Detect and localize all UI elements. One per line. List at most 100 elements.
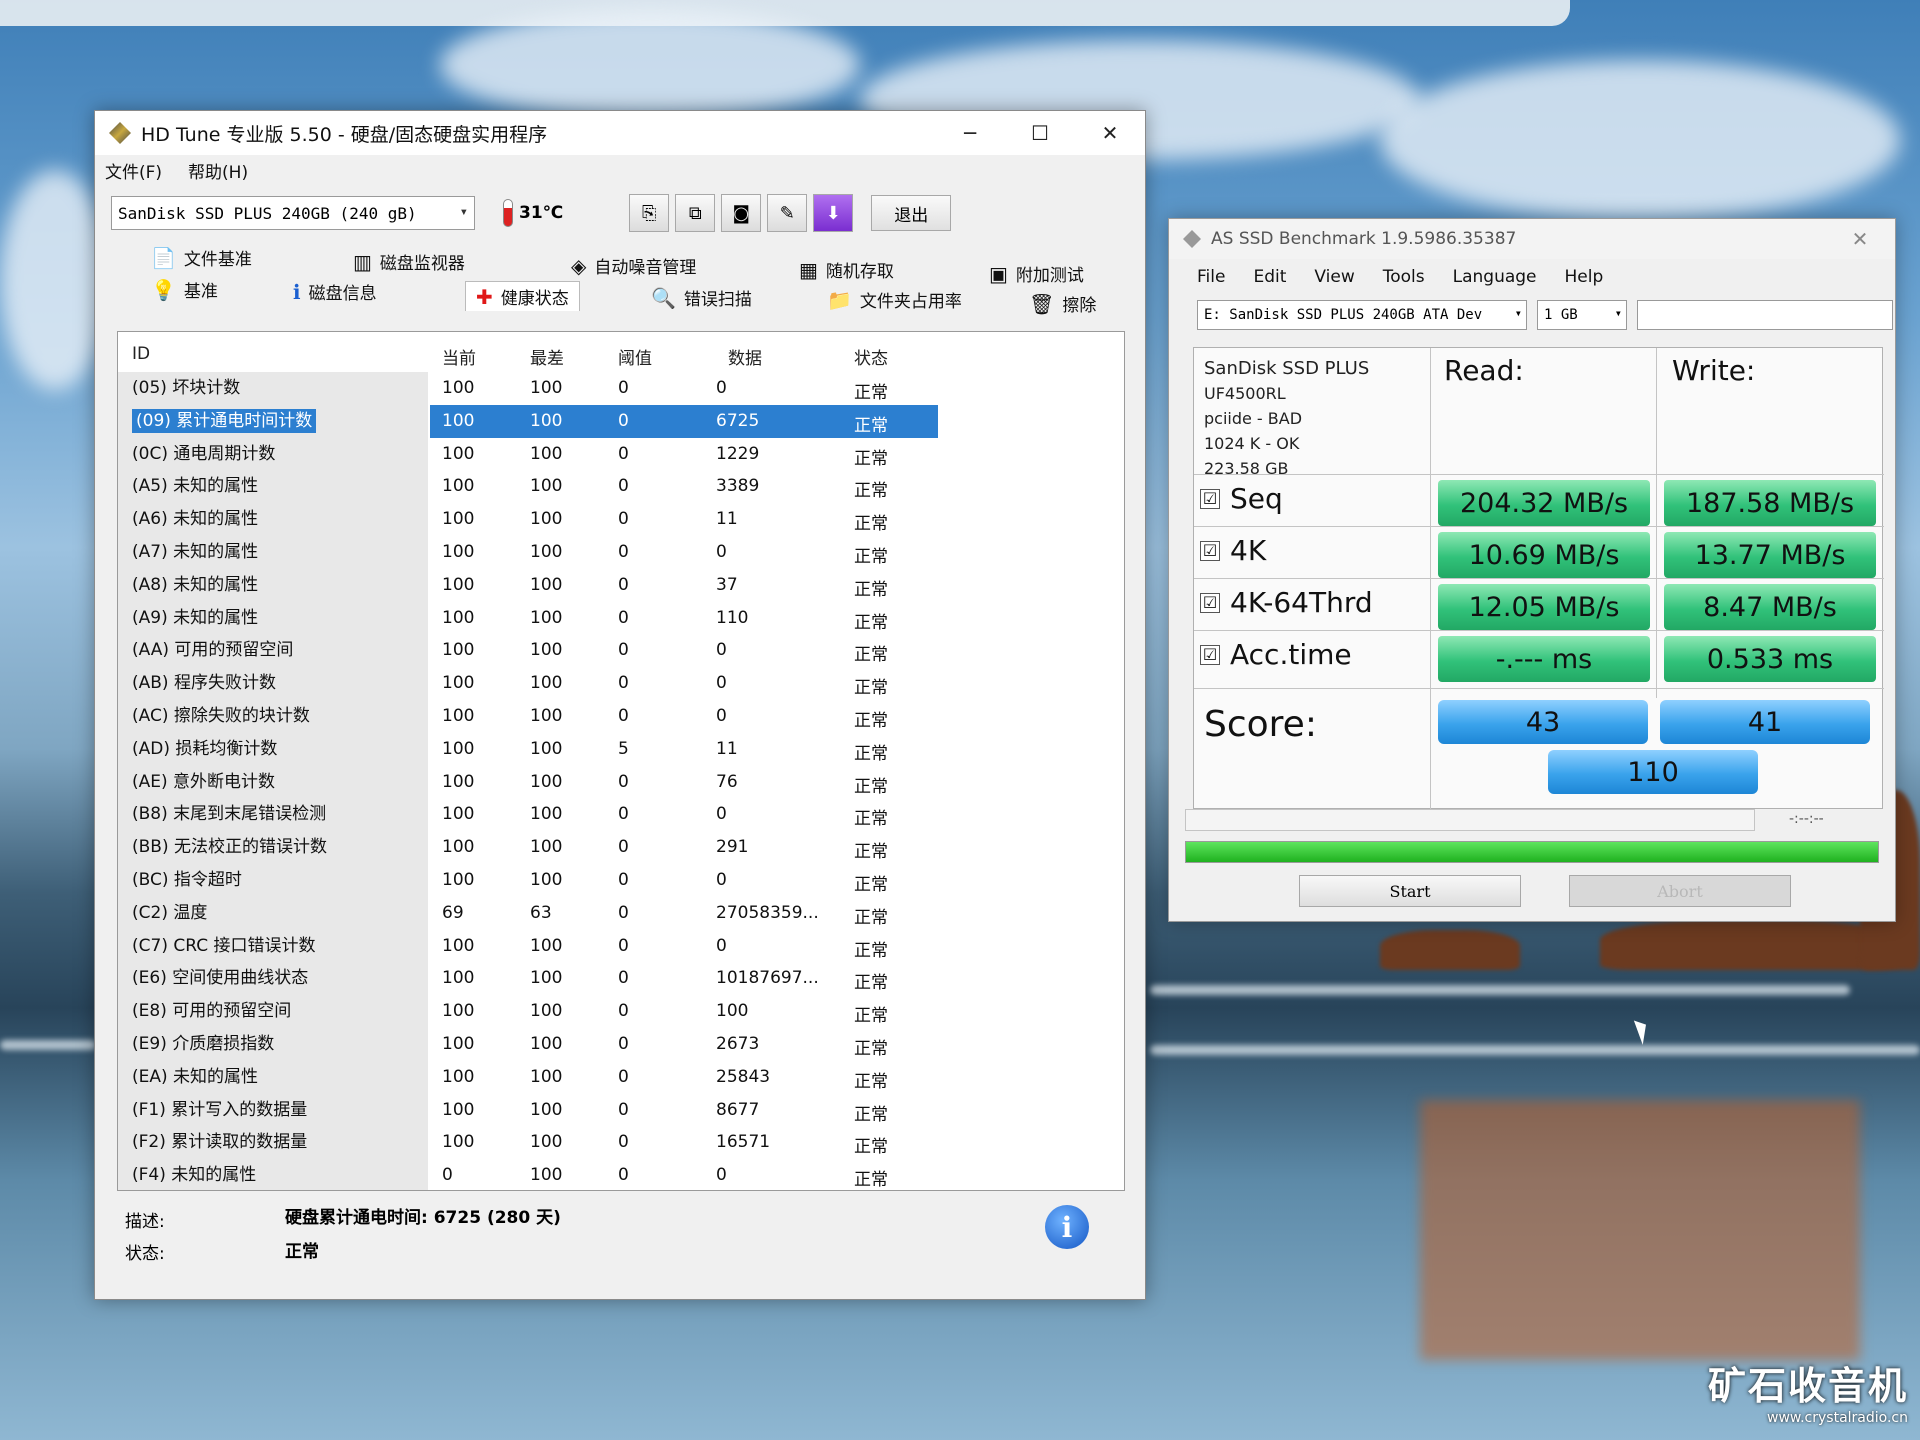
save-button[interactable]: ⬇ xyxy=(813,194,854,232)
tab-folder-usage[interactable]: 📁 文件夹占用率 xyxy=(827,287,962,313)
device-model: SanDisk SSD PLUS xyxy=(1204,358,1370,379)
device-driver: pciide - BAD xyxy=(1204,409,1303,428)
tab-aam[interactable]: ◈ 自动噪音管理 xyxy=(571,253,696,279)
device-info: SanDisk SSD PLUS UF4500RL pciide - BAD 1… xyxy=(1204,356,1430,481)
maximize-button[interactable]: ☐ xyxy=(1005,111,1075,155)
copy-all-button[interactable]: ⧉ xyxy=(675,194,716,232)
current-value: 100 xyxy=(442,640,475,661)
drive-select[interactable]: SanDisk SSD PLUS 240GB (240 gB) ▾ xyxy=(111,196,475,230)
options-button[interactable]: ✎ xyxy=(767,194,808,232)
test-label-1[interactable]: ☑ 4K xyxy=(1200,534,1266,567)
raw-data: 11 xyxy=(716,509,738,530)
menu-edit[interactable]: Edit xyxy=(1253,267,1286,287)
checkbox-icon[interactable]: ☑ xyxy=(1200,592,1220,613)
table-row[interactable]: (E8) 可用的预留空间 100 100 0 100 正常 xyxy=(118,995,1124,1028)
threshold-value: 0 xyxy=(618,476,629,497)
worst-value: 100 xyxy=(530,1165,563,1186)
current-value: 100 xyxy=(442,443,475,464)
table-row[interactable]: (AC) 擦除失败的块计数 100 100 0 0 正常 xyxy=(118,699,1124,733)
asssd-menubar: File Edit View Tools Language Help xyxy=(1169,259,1895,295)
tab-random-access[interactable]: ▦ 随机存取 xyxy=(799,257,894,283)
menu-view[interactable]: View xyxy=(1314,267,1354,287)
asssd-drive-select[interactable]: E: SanDisk SSD PLUS 240GB ATA Dev ▾ xyxy=(1197,300,1527,330)
table-row[interactable]: (A7) 未知的属性 100 100 0 0 正常 xyxy=(118,535,1124,569)
checkbox-icon[interactable]: ☑ xyxy=(1200,540,1220,561)
menu-help[interactable]: Help xyxy=(1565,267,1604,287)
table-row[interactable]: (C7) CRC 接口错误计数 100 100 0 0 正常 xyxy=(118,929,1124,963)
write-result: 13.77 MB/s xyxy=(1664,532,1876,578)
table-row[interactable]: (C2) 温度 69 63 0 27058359... 正常 xyxy=(118,896,1124,930)
tab-file-benchmark[interactable]: 📄 文件基准 xyxy=(151,245,252,271)
test-label-2[interactable]: ☑ 4K-64Thrd xyxy=(1200,586,1373,619)
checkbox-icon[interactable]: ☑ xyxy=(1200,644,1220,665)
table-row[interactable]: (F1) 累计写入的数据量 100 100 0 8677 正常 xyxy=(118,1093,1124,1127)
attribute-name: (BC) 指令超时 xyxy=(132,869,242,890)
attribute-name: (B8) 末尾到末尾错误检测 xyxy=(132,804,327,825)
attribute-name: (AB) 程序失败计数 xyxy=(132,673,276,694)
screenshot-button[interactable]: ◙ xyxy=(721,194,762,232)
raw-data: 0 xyxy=(716,935,727,956)
table-row[interactable]: (F4) 未知的属性 0 100 0 0 正常 xyxy=(118,1159,1124,1190)
column-header-status[interactable]: 状态 xyxy=(854,344,888,369)
abort-button[interactable]: Abort xyxy=(1569,875,1791,907)
table-row[interactable]: (BB) 无法校正的错误计数 100 100 0 291 正常 xyxy=(118,831,1124,864)
asssd-size-select[interactable]: 1 GB ▾ xyxy=(1537,300,1627,330)
read-result: -.--- ms xyxy=(1438,636,1650,682)
rock-reflection xyxy=(1420,1100,1860,1360)
minimize-button[interactable]: ─ xyxy=(935,111,1005,155)
test-label-3[interactable]: ☑ Acc.time xyxy=(1200,638,1352,671)
hdtune-title: HD Tune 专业版 5.50 - 硬盘/固态硬盘实用程序 xyxy=(141,123,548,146)
close-button[interactable]: ✕ xyxy=(1075,111,1145,155)
table-row[interactable]: (A6) 未知的属性 100 100 0 11 正常 xyxy=(118,503,1124,536)
column-header-worst[interactable]: 最差 xyxy=(530,344,564,369)
table-row[interactable]: (09) 累计通电时间计数 100 100 0 6725 正常 xyxy=(118,404,1124,438)
table-row[interactable]: (AA) 可用的预留空间 100 100 0 0 正常 xyxy=(118,634,1124,668)
table-row[interactable]: (A9) 未知的属性 100 100 0 110 正常 xyxy=(118,601,1124,635)
menu-tools[interactable]: Tools xyxy=(1383,267,1425,287)
copy-info-button[interactable]: ⎘ xyxy=(629,194,670,232)
column-header-data[interactable]: 数据 xyxy=(728,344,762,369)
tab-disk-info[interactable]: ℹ 磁盘信息 xyxy=(293,279,377,305)
exit-button[interactable]: 退出 xyxy=(871,195,952,231)
table-row[interactable]: (AB) 程序失败计数 100 100 0 0 正常 xyxy=(118,667,1124,700)
tab-benchmark[interactable]: 💡 基准 xyxy=(151,277,218,303)
random-icon: ▦ xyxy=(799,257,818,282)
table-row[interactable]: (A5) 未知的属性 100 100 0 3389 正常 xyxy=(118,470,1124,504)
hdtune-titlebar[interactable]: HD Tune 专业版 5.50 - 硬盘/固态硬盘实用程序 ─ ☐ ✕ xyxy=(95,111,1145,155)
start-button[interactable]: Start xyxy=(1299,875,1521,907)
asssd-name-field[interactable] xyxy=(1637,300,1893,330)
table-row[interactable]: (F2) 累计读取的数据量 100 100 0 16571 正常 xyxy=(118,1126,1124,1160)
table-row[interactable]: (BC) 指令超时 100 100 0 0 正常 xyxy=(118,863,1124,897)
column-header-id[interactable]: ID xyxy=(132,344,150,364)
status-text: 正常 xyxy=(854,1071,888,1092)
tab-error-scan[interactable]: 🔍 错误扫描 xyxy=(651,285,752,311)
tab-extra-tests[interactable]: ▣ 附加测试 xyxy=(989,261,1084,287)
test-label-0[interactable]: ☑ Seq xyxy=(1200,482,1283,515)
menu-file[interactable]: File xyxy=(1197,267,1225,287)
column-header-threshold[interactable]: 阈值 xyxy=(618,344,652,369)
tab-erase[interactable]: 🗑 擦除 xyxy=(1029,291,1096,317)
worst-value: 100 xyxy=(530,869,563,890)
table-row[interactable]: (EA) 未知的属性 100 100 0 25843 正常 xyxy=(118,1060,1124,1094)
info-button[interactable]: i xyxy=(1045,1205,1089,1249)
menu-language[interactable]: Language xyxy=(1453,267,1537,287)
raw-data: 2673 xyxy=(716,1033,760,1054)
table-row[interactable]: (05) 坏块计数 100 100 0 0 正常 xyxy=(118,372,1124,405)
current-value: 100 xyxy=(442,509,475,530)
asssd-titlebar[interactable]: AS SSD Benchmark 1.9.5986.35387 ✕ xyxy=(1169,219,1895,259)
wrench-icon: ✎ xyxy=(779,202,795,224)
column-header-current[interactable]: 当前 xyxy=(442,344,476,369)
table-row[interactable]: (E6) 空间使用曲线状态 100 100 0 10187697... 正常 xyxy=(118,962,1124,996)
menu-help[interactable]: 帮助(H) xyxy=(188,158,248,183)
table-row[interactable]: (B8) 末尾到末尾错误检测 100 100 0 0 正常 xyxy=(118,798,1124,832)
checkbox-icon[interactable]: ☑ xyxy=(1200,488,1220,509)
tab-disk-monitor[interactable]: ▥ 磁盘监视器 xyxy=(353,249,465,275)
table-row[interactable]: (E9) 介质磨损指数 100 100 0 2673 正常 xyxy=(118,1027,1124,1061)
table-row[interactable]: (AD) 损耗均衡计数 100 100 5 11 正常 xyxy=(118,732,1124,766)
table-row[interactable]: (AE) 意外断电计数 100 100 0 76 正常 xyxy=(118,765,1124,799)
table-row[interactable]: (A8) 未知的属性 100 100 0 37 正常 xyxy=(118,568,1124,602)
menu-file[interactable]: 文件(F) xyxy=(105,158,162,183)
close-button[interactable]: ✕ xyxy=(1825,219,1895,259)
table-row[interactable]: (0C) 通电周期计数 100 100 0 1229 正常 xyxy=(118,437,1124,471)
tab-health[interactable]: ✚ 健康状态 xyxy=(465,281,580,311)
